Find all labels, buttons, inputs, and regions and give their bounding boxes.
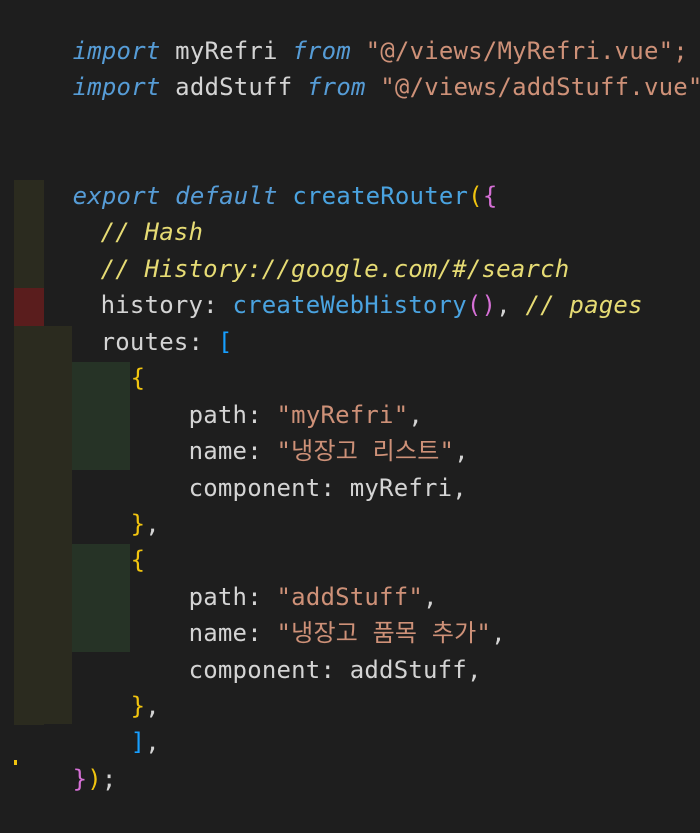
code-line-9[interactable]: routes: [ <box>42 288 233 356</box>
string-literal: "@/views/addStuff.vue"; <box>365 73 700 101</box>
code-line-14[interactable]: }, <box>72 470 160 538</box>
code-line-10[interactable]: { <box>72 324 145 392</box>
code-line-1[interactable]: import myRefri from "@/views/MyRefri.vue… <box>14 0 688 65</box>
function-name: createRouter <box>292 182 469 210</box>
brace-close: } <box>72 765 88 793</box>
property-key: component: myRefri, <box>188 474 467 502</box>
bracket-open: [ <box>217 328 233 356</box>
code-line-11[interactable]: path: "myRefri", <box>130 361 423 429</box>
comma: , <box>145 510 160 538</box>
semicolon: ; <box>101 765 117 793</box>
indent-error-marker <box>14 288 44 326</box>
code-line-13[interactable]: component: myRefri, <box>130 434 467 502</box>
code-line-18[interactable]: component: addStuff, <box>130 616 482 684</box>
paren-close: ) <box>87 765 102 793</box>
paren-pair: () <box>466 291 497 319</box>
property-key: component: addStuff, <box>188 656 482 684</box>
code-line-16[interactable]: path: "addStuff", <box>130 543 438 611</box>
comma: , <box>145 728 160 756</box>
code-line-2[interactable]: import addStuff from "@/views/addStuff.v… <box>14 33 700 101</box>
code-line-12[interactable]: name: "냉장고 리스트", <box>130 397 469 465</box>
code-line-19[interactable]: }, <box>72 652 160 720</box>
function-name: createWebHistory <box>232 291 467 319</box>
comment: // pages <box>525 291 643 319</box>
paren-open: ( <box>468 182 483 210</box>
code-line-8[interactable]: history: createWebHistory(), // pages <box>42 251 643 319</box>
code-line-6[interactable]: // Hash <box>42 178 203 246</box>
bracket-close: ] <box>130 728 146 756</box>
code-line-5[interactable]: export default createRouter({ <box>14 142 498 210</box>
punctuation: , <box>496 291 526 319</box>
code-line-21[interactable]: }); <box>14 725 117 793</box>
brace-open: { <box>482 182 498 210</box>
code-line-7[interactable]: // History://google.com/#/search <box>42 215 570 283</box>
code-line-20[interactable]: ], <box>72 688 160 756</box>
identifier: addStuff <box>160 73 308 101</box>
text-cursor <box>14 760 17 765</box>
keyword-from: from <box>307 73 366 101</box>
keyword-import: import <box>72 73 161 101</box>
indent-guide-level1 <box>14 180 44 725</box>
code-editor[interactable]: import myRefri from "@/views/MyRefri.vue… <box>0 0 700 793</box>
comma: , <box>491 619 506 647</box>
code-line-17[interactable]: name: "냉장고 품목 추가", <box>130 579 506 647</box>
code-line-15[interactable]: { <box>72 506 145 574</box>
